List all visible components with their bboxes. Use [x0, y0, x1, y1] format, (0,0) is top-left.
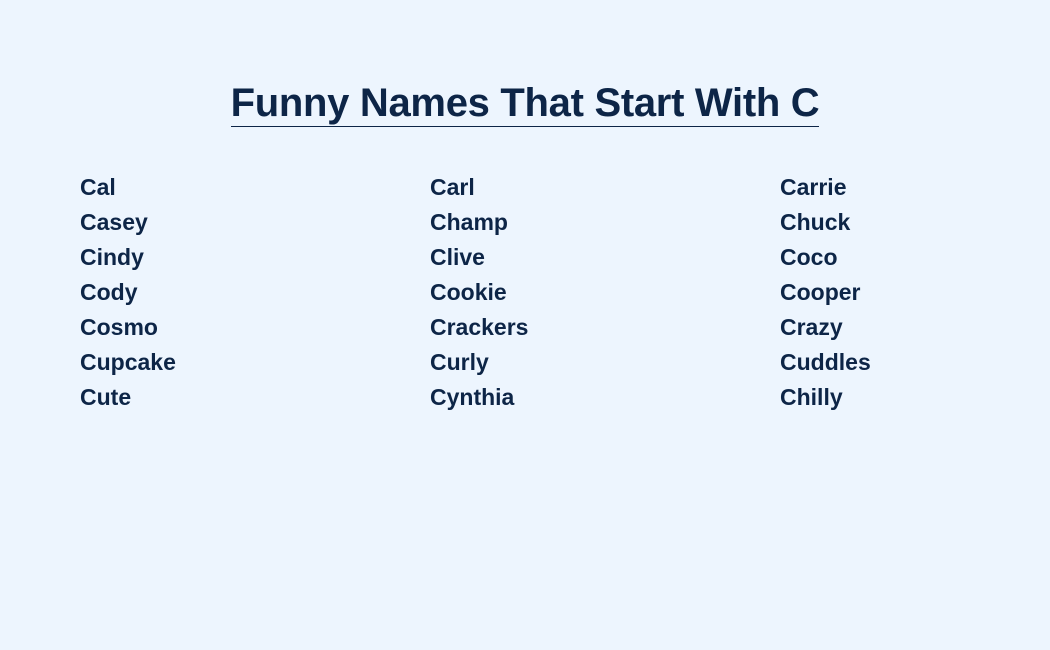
- name-item: Carrie: [780, 174, 847, 200]
- name-item: Crackers: [430, 314, 529, 340]
- name-item: Carl: [430, 174, 475, 200]
- name-item: Cuddles: [780, 349, 871, 375]
- name-item: Cooper: [780, 279, 861, 305]
- names-column-1: Cal Casey Cindy Cody Cosmo Cupcake Cute: [80, 170, 430, 415]
- title-container: Funny Names That Start With C: [0, 80, 1050, 127]
- name-item: Cal: [80, 174, 116, 200]
- name-item: Curly: [430, 349, 489, 375]
- name-item: Casey: [80, 209, 148, 235]
- name-item: Cosmo: [80, 314, 158, 340]
- names-column-2: Carl Champ Clive Cookie Crackers Curly C…: [430, 170, 780, 415]
- names-column-3: Carrie Chuck Coco Cooper Crazy Cuddles C…: [780, 170, 980, 415]
- name-item: Chuck: [780, 209, 851, 235]
- name-item: Coco: [780, 244, 838, 270]
- page-title: Funny Names That Start With C: [230, 81, 820, 127]
- name-item: Cynthia: [430, 384, 515, 410]
- names-grid: Cal Casey Cindy Cody Cosmo Cupcake Cute …: [80, 170, 980, 415]
- name-item: Clive: [430, 244, 485, 270]
- name-item: Cupcake: [80, 349, 176, 375]
- name-item: Cody: [80, 279, 138, 305]
- name-item: Cookie: [430, 279, 507, 305]
- name-item: Champ: [430, 209, 508, 235]
- name-item: Crazy: [780, 314, 843, 340]
- name-item: Cute: [80, 384, 132, 410]
- name-item: Cindy: [80, 244, 144, 270]
- name-item: Chilly: [780, 384, 843, 410]
